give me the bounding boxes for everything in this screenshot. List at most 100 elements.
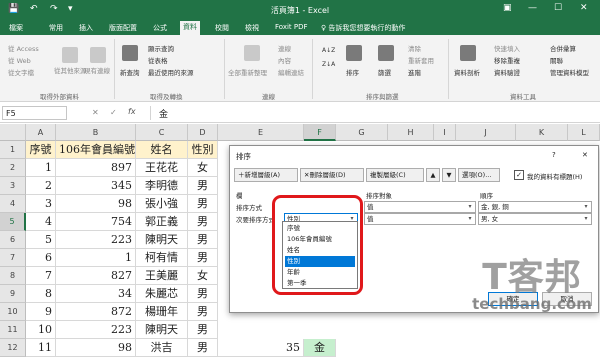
cell-a8[interactable]: 7 — [26, 267, 56, 285]
help-button[interactable]: ? — [552, 151, 556, 159]
tab-view[interactable]: 檢視 — [242, 22, 262, 34]
add-level-button[interactable]: ＋新增層級(A) — [234, 168, 298, 182]
column-header-h[interactable]: H — [388, 124, 434, 141]
cell-e12[interactable]: 35 — [218, 339, 304, 357]
cell-a11[interactable]: 10 — [26, 321, 56, 339]
cell-c12[interactable]: 洪吉 — [136, 339, 188, 357]
column-header-i[interactable]: I — [434, 124, 456, 141]
cell-c2[interactable]: 王花花 — [136, 159, 188, 177]
tell-me-search[interactable]: ♀ 告訴我您想要執行的動作 — [318, 22, 408, 34]
row1-order-select[interactable]: 金, 銀, 銅 ▾ — [478, 201, 592, 213]
cell-b8[interactable]: 827 — [56, 267, 136, 285]
from-web-button[interactable]: 從 Web — [8, 55, 31, 65]
from-access-button[interactable]: 從 Access — [8, 43, 39, 53]
cell-d7[interactable]: 男 — [188, 249, 218, 267]
cell-d3[interactable]: 男 — [188, 177, 218, 195]
column-header-e[interactable]: E — [218, 124, 304, 141]
ribbon-display-icon[interactable]: ▣ — [503, 3, 512, 13]
manage-data-model-button[interactable]: 管理資料模型 — [550, 67, 589, 77]
cell-a6[interactable]: 5 — [26, 231, 56, 249]
cell-d8[interactable]: 女 — [188, 267, 218, 285]
row1-sort-on-select[interactable]: 值 ▾ — [364, 201, 476, 213]
cell-c4[interactable]: 張小強 — [136, 195, 188, 213]
cell-d12[interactable]: 男 — [188, 339, 218, 357]
other-sources-button[interactable]: 從其他來源 — [54, 65, 87, 75]
properties-button[interactable]: 內容 — [278, 55, 291, 65]
new-query-button[interactable]: 新查詢 — [120, 67, 140, 77]
tab-insert[interactable]: 插入 — [76, 22, 96, 34]
move-up-button[interactable]: ▲ — [426, 168, 440, 182]
move-down-button[interactable]: ▼ — [442, 168, 456, 182]
cell-c7[interactable]: 柯有情 — [136, 249, 188, 267]
refresh-all-button[interactable]: 全部重新整理 — [228, 67, 267, 77]
cell-f12[interactable]: 金 — [304, 339, 336, 357]
row-header-1[interactable]: 1 — [0, 141, 26, 159]
header-checkbox[interactable]: ✓ — [514, 170, 524, 180]
cell-a4[interactable]: 3 — [26, 195, 56, 213]
filter-button[interactable]: 篩選 — [378, 67, 391, 77]
cell-a5[interactable]: 4 — [26, 213, 56, 231]
cell-c9[interactable]: 朱麗芯 — [136, 285, 188, 303]
cell-b5[interactable]: 754 — [56, 213, 136, 231]
cell-b7[interactable]: 1 — [56, 249, 136, 267]
cell-b10[interactable]: 872 — [56, 303, 136, 321]
row2-order-select[interactable]: 男, 女 ▾ — [478, 213, 592, 225]
cell-d10[interactable]: 男 — [188, 303, 218, 321]
delete-level-button[interactable]: ✕刪除層級(D) — [300, 168, 364, 182]
data-validation-button[interactable]: 資料驗證 — [494, 67, 520, 77]
cell-a1[interactable]: 序號 — [26, 141, 56, 159]
column-header-j[interactable]: J — [456, 124, 516, 141]
maximize-button[interactable]: ☐ — [554, 3, 562, 13]
cell-c6[interactable]: 陳明天 — [136, 231, 188, 249]
minimize-button[interactable]: — — [528, 3, 537, 13]
clear-button[interactable]: 清除 — [408, 43, 421, 53]
row-header-10[interactable]: 10 — [0, 303, 26, 321]
cell-d11[interactable]: 男 — [188, 321, 218, 339]
tab-review[interactable]: 校閱 — [212, 22, 232, 34]
column-header-c[interactable]: C — [136, 124, 188, 141]
row-header-4[interactable]: 4 — [0, 195, 26, 213]
from-text-button[interactable]: 從文字檔 — [8, 67, 34, 77]
select-all-corner[interactable] — [0, 124, 26, 141]
cell-a9[interactable]: 8 — [26, 285, 56, 303]
recent-sources-button[interactable]: 最近使用的來源 — [148, 67, 194, 77]
column-header-f[interactable]: F — [304, 124, 336, 141]
cell-c1[interactable]: 姓名 — [136, 141, 188, 159]
insert-function-icon[interactable]: fx — [128, 107, 136, 116]
options-button[interactable]: 選項(O)... — [458, 168, 500, 182]
column-header-l[interactable]: L — [568, 124, 600, 141]
tab-page-layout[interactable]: 版面配置 — [106, 22, 140, 34]
cell-d2[interactable]: 女 — [188, 159, 218, 177]
cell-d4[interactable]: 男 — [188, 195, 218, 213]
tab-data[interactable]: 資料 — [180, 21, 200, 35]
cell-b2[interactable]: 897 — [56, 159, 136, 177]
cancel-icon[interactable]: ✕ — [92, 108, 99, 117]
row-header-5[interactable]: 5 — [0, 213, 26, 231]
tab-foxit-pdf[interactable]: Foxit PDF — [272, 22, 311, 32]
cell-b3[interactable]: 345 — [56, 177, 136, 195]
cell-c5[interactable]: 郭正義 — [136, 213, 188, 231]
cell-b1[interactable]: 106年會員編號 — [56, 141, 136, 159]
row-header-11[interactable]: 11 — [0, 321, 26, 339]
tab-home[interactable]: 常用 — [46, 22, 66, 34]
cell-a2[interactable]: 1 — [26, 159, 56, 177]
cell-a12[interactable]: 11 — [26, 339, 56, 357]
sort-za-icon[interactable]: Z↓A — [322, 61, 335, 68]
cell-b11[interactable]: 223 — [56, 321, 136, 339]
row-header-3[interactable]: 3 — [0, 177, 26, 195]
edit-links-button[interactable]: 編輯連結 — [278, 67, 304, 77]
column-header-g[interactable]: G — [336, 124, 388, 141]
connections-button[interactable]: 連線 — [278, 43, 291, 53]
flash-fill-button[interactable]: 快速填入 — [494, 43, 520, 53]
name-box[interactable]: F5 — [2, 106, 67, 120]
tab-file[interactable]: 檔案 — [6, 22, 26, 34]
tab-formulas[interactable]: 公式 — [150, 22, 170, 34]
enter-icon[interactable]: ✓ — [110, 108, 117, 117]
cell-a7[interactable]: 6 — [26, 249, 56, 267]
row-header-6[interactable]: 6 — [0, 231, 26, 249]
row-header-7[interactable]: 7 — [0, 249, 26, 267]
relationships-button[interactable]: 關聯 — [550, 55, 563, 65]
row-header-8[interactable]: 8 — [0, 267, 26, 285]
cell-d1[interactable]: 性別 — [188, 141, 218, 159]
cell-a10[interactable]: 9 — [26, 303, 56, 321]
